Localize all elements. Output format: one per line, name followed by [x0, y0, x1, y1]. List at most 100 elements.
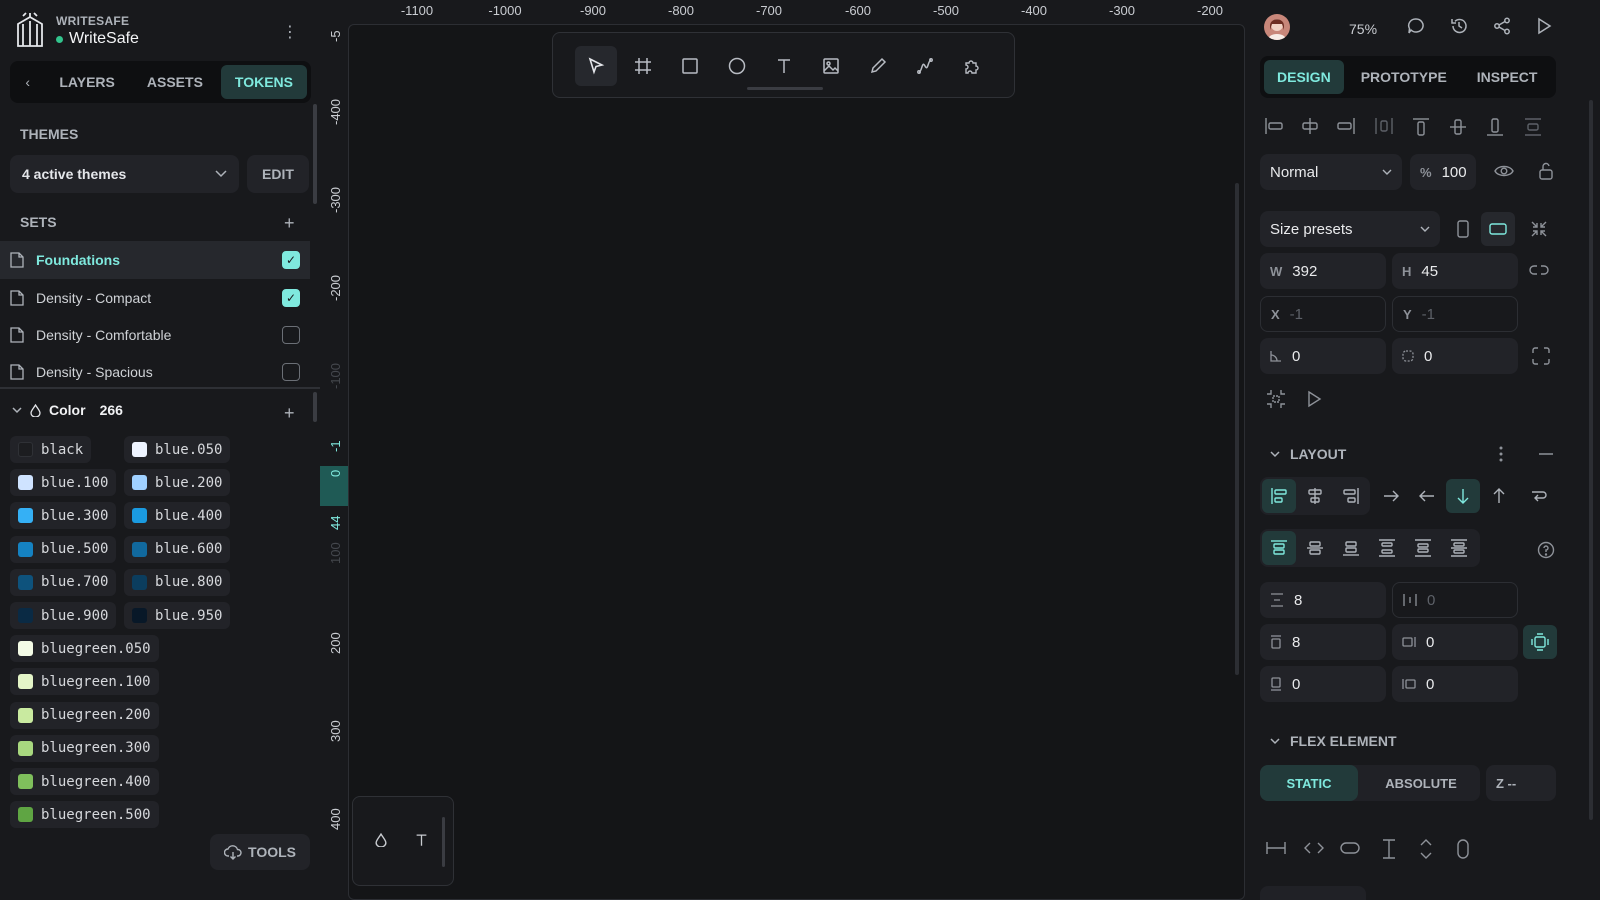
token-chip[interactable]: blue.300	[10, 502, 117, 530]
edit-themes-button[interactable]: EDIT	[247, 155, 309, 193]
set-checkbox[interactable]	[282, 363, 300, 381]
rotation-field[interactable]: 0	[1260, 338, 1386, 374]
space-around-icon[interactable]	[1406, 531, 1440, 565]
align-bottom-icon[interactable]	[1486, 117, 1504, 137]
vertical-ruler[interactable]: -5 -400 -300 -200 -100 -1 0 44 100 200 3…	[320, 24, 348, 900]
align-end-icon[interactable]	[1334, 479, 1368, 513]
align-v-center-icon[interactable]	[1449, 117, 1467, 137]
token-chip[interactable]: bluegreen.050	[10, 635, 159, 663]
direction-row-reverse-icon[interactable]	[1410, 479, 1444, 513]
tab-inspect[interactable]: INSPECT	[1464, 60, 1551, 94]
width-field[interactable]: W 392	[1260, 253, 1386, 289]
radius-field[interactable]: 0	[1392, 338, 1518, 374]
tokens-scrollbar[interactable]	[313, 392, 317, 422]
sets-scrollbar[interactable]	[313, 104, 317, 204]
add-token-icon[interactable]: +	[284, 404, 295, 422]
canvas-scrollbar[interactable]	[1235, 183, 1239, 675]
set-foundations[interactable]: Foundations ✓	[0, 241, 310, 279]
avatar[interactable]	[1264, 14, 1290, 40]
fix-width-icon[interactable]	[1266, 841, 1286, 855]
zoom-level[interactable]: 75%	[1349, 21, 1377, 37]
path-tool-button[interactable]	[904, 46, 946, 86]
set-density-spacious[interactable]: Density - Spacious	[0, 353, 310, 391]
position-absolute-option[interactable]: ABSOLUTE	[1362, 765, 1480, 801]
board-tool-button[interactable]	[622, 46, 664, 86]
flex-element-section-header[interactable]: FLEX ELEMENT	[1270, 733, 1397, 749]
token-chip[interactable]: blue.200	[124, 469, 231, 497]
y-position-field[interactable]: Y -1	[1392, 296, 1518, 332]
z-index-field[interactable]: Z --	[1486, 765, 1556, 801]
visibility-eye-icon[interactable]	[1494, 163, 1514, 179]
design-canvas[interactable]	[348, 24, 1245, 900]
text-palette-toggle[interactable]	[415, 833, 428, 847]
tab-assets[interactable]: ASSETS	[133, 65, 217, 99]
help-icon[interactable]	[1537, 541, 1555, 559]
space-evenly-icon[interactable]	[1442, 531, 1476, 565]
row-gap-field[interactable]: 8	[1260, 582, 1386, 618]
direction-column-reverse-icon[interactable]	[1482, 479, 1516, 513]
align-left-icon[interactable]	[1264, 117, 1284, 135]
horizontal-ruler[interactable]: -1100 -1000 -900 -800 -700 -600 -500 -40…	[348, 0, 1248, 24]
comments-icon[interactable]	[1407, 17, 1425, 35]
set-checkbox[interactable]	[282, 326, 300, 344]
color-palette-toggle[interactable]	[375, 833, 387, 847]
brand[interactable]: WRITESAFE WriteSafe	[14, 12, 139, 50]
padding-right-field[interactable]: 0	[1392, 624, 1518, 660]
toolbar-drag-handle[interactable]	[747, 87, 823, 90]
fill-width-icon[interactable]	[1340, 841, 1360, 855]
portrait-orientation-icon[interactable]	[1446, 212, 1480, 246]
history-icon[interactable]	[1450, 17, 1468, 35]
distribute-h-icon[interactable]	[1374, 117, 1394, 135]
image-tool-button[interactable]	[810, 46, 852, 86]
opacity-field[interactable]: % 100	[1410, 154, 1476, 190]
padding-mode-toggle-icon[interactable]	[1523, 625, 1557, 659]
clip-content-icon[interactable]	[1266, 389, 1286, 409]
auto-height-icon[interactable]	[1419, 839, 1433, 859]
ellipse-tool-button[interactable]	[716, 46, 758, 86]
tools-button[interactable]: TOOLS	[210, 834, 310, 870]
token-chip[interactable]: blue.100	[10, 469, 117, 497]
tab-tokens[interactable]: TOKENS	[220, 65, 307, 99]
x-position-field[interactable]: X -1	[1260, 296, 1386, 332]
space-between-icon[interactable]	[1370, 531, 1404, 565]
set-checkbox[interactable]: ✓	[282, 251, 300, 269]
right-panel-scrollbar[interactable]	[1589, 100, 1593, 820]
pencil-tool-button[interactable]	[857, 46, 899, 86]
token-chip[interactable]: bluegreen.100	[10, 668, 159, 696]
rectangle-tool-button[interactable]	[669, 46, 711, 86]
token-chip[interactable]: blue.600	[124, 535, 231, 563]
set-checkbox[interactable]: ✓	[282, 289, 300, 307]
column-gap-field[interactable]: 0	[1392, 582, 1518, 618]
token-chip[interactable]: bluegreen.300	[10, 734, 159, 762]
token-chip[interactable]: blue.900	[10, 602, 117, 629]
align-center-icon[interactable]	[1298, 479, 1332, 513]
set-density-compact[interactable]: Density - Compact ✓	[0, 279, 310, 317]
min-max-field-partial[interactable]	[1260, 886, 1366, 900]
padding-left-field[interactable]: 0	[1392, 666, 1518, 702]
project-menu-icon[interactable]: ⋮	[282, 22, 298, 42]
fit-content-icon[interactable]	[1530, 220, 1548, 238]
show-in-view-mode-icon[interactable]	[1306, 390, 1322, 408]
landscape-orientation-icon[interactable]	[1481, 212, 1515, 246]
justify-start-icon[interactable]	[1262, 531, 1296, 565]
position-static-option[interactable]: STATIC	[1260, 765, 1358, 801]
distribute-v-icon[interactable]	[1524, 117, 1542, 137]
align-h-center-icon[interactable]	[1300, 117, 1320, 135]
plugins-tool-button[interactable]	[951, 46, 993, 86]
token-chip[interactable]: blue.700	[10, 568, 117, 596]
tab-prototype[interactable]: PROTOTYPE	[1348, 60, 1460, 94]
layout-options-icon[interactable]	[1499, 446, 1503, 462]
text-tool-button[interactable]	[763, 46, 805, 86]
token-chip[interactable]: blue.950	[124, 602, 231, 629]
independent-corners-icon[interactable]	[1532, 347, 1550, 365]
fix-height-icon[interactable]	[1382, 839, 1396, 859]
height-field[interactable]: H 45	[1392, 253, 1518, 289]
size-presets-select[interactable]: Size presets	[1260, 211, 1440, 247]
proportion-lock-icon[interactable]	[1529, 263, 1549, 277]
justify-end-icon[interactable]	[1334, 531, 1368, 565]
token-chip[interactable]: bluegreen.500	[10, 801, 159, 829]
direction-column-icon[interactable]	[1446, 479, 1480, 513]
remove-layout-icon[interactable]	[1539, 453, 1553, 455]
align-right-icon[interactable]	[1336, 117, 1356, 135]
token-chip[interactable]: black	[10, 436, 92, 463]
